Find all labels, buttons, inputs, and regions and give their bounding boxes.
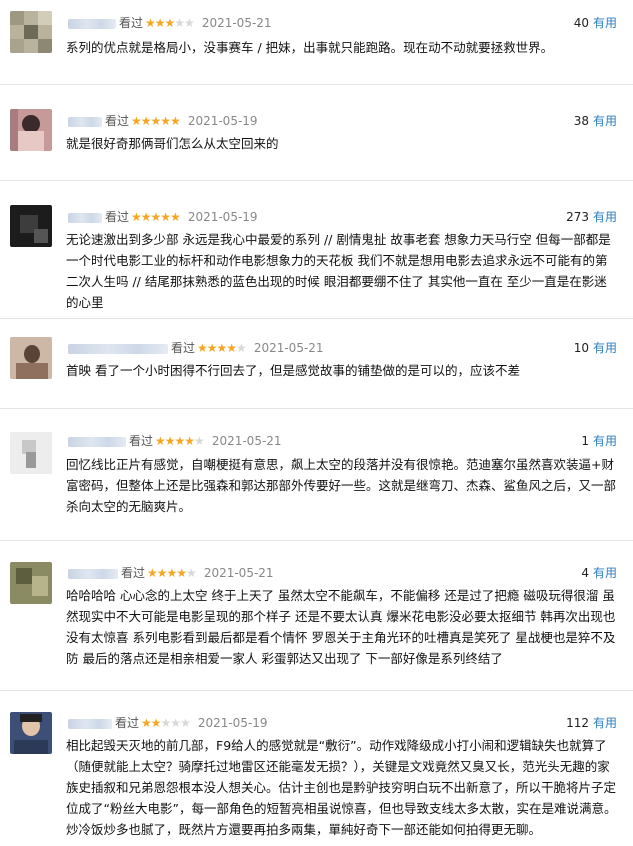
watched-label: 看过 <box>115 716 140 730</box>
useful-count: 10 <box>573 341 589 355</box>
useful-label: 有用 <box>592 16 617 30</box>
useful-count: 1 <box>581 434 589 448</box>
review-date: 2021-05-21 <box>203 566 274 580</box>
useful-label: 有用 <box>592 716 617 730</box>
useful-label: 有用 <box>592 341 617 355</box>
review-meta: 看过 ★★★★★ 2021-05-21 <box>68 432 282 450</box>
review-date: 2021-05-19 <box>187 114 258 128</box>
review-text: 哈哈哈哈 心心念的上太空 终于上天了 虽然太空不能飙车，不能偏移 还是过了把瘾 … <box>66 588 616 666</box>
useful-count: 40 <box>573 16 589 30</box>
useful-button[interactable]: 112 有用 <box>566 714 617 732</box>
divider <box>0 180 633 181</box>
useful-label: 有用 <box>592 114 617 128</box>
avatar[interactable] <box>10 337 52 379</box>
username[interactable] <box>68 212 102 223</box>
divider <box>0 84 633 85</box>
review-meta: 看过 ★★★★★ 2021-05-21 <box>68 14 272 32</box>
avatar[interactable] <box>10 11 52 53</box>
watched-label: 看过 <box>121 566 146 580</box>
avatar[interactable] <box>10 205 52 247</box>
review-date: 2021-05-21 <box>211 434 282 448</box>
useful-button[interactable]: 4 有用 <box>581 564 617 582</box>
rating-stars: ★★★★★ <box>197 341 247 355</box>
useful-count: 112 <box>566 716 589 730</box>
review-text: 相比起毁天灭地的前几部，F9给人的感觉就是“敷衍”。动作戏降级成小打小闹和逻辑缺… <box>66 738 617 837</box>
username[interactable] <box>68 343 168 354</box>
review-meta: 看过 ★★★★★ 2021-05-19 <box>68 208 258 226</box>
review-meta: 看过 ★★★★★ 2021-05-21 <box>68 564 274 582</box>
useful-count: 4 <box>581 566 589 580</box>
useful-label: 有用 <box>592 566 617 580</box>
username[interactable] <box>68 18 116 29</box>
rating-stars: ★★★★★ <box>131 114 181 128</box>
username[interactable] <box>68 718 112 729</box>
useful-label: 有用 <box>592 210 617 224</box>
review-text: 回忆线比正片有感觉，自嘲梗挺有意思，飙上太空的段落并没有很惊艳。范迪塞尔虽然喜欢… <box>66 457 617 514</box>
useful-button[interactable]: 38 有用 <box>574 112 617 130</box>
review-date: 2021-05-21 <box>253 341 324 355</box>
useful-button[interactable]: 40 有用 <box>574 14 617 32</box>
avatar[interactable] <box>10 432 52 474</box>
watched-label: 看过 <box>119 16 144 30</box>
review-meta: 看过 ★★★★★ 2021-05-19 <box>68 714 268 732</box>
watched-label: 看过 <box>129 434 154 448</box>
review-date: 2021-05-19 <box>187 210 258 224</box>
review-date: 2021-05-21 <box>201 16 272 30</box>
review-text: 系列的优点就是格局小，没事赛车 / 把妹，出事就只能跑路。现在动不动就要拯救世界… <box>66 40 554 55</box>
divider <box>0 690 633 691</box>
review-text: 就是很好奇那俩哥们怎么从太空回来的 <box>66 136 279 151</box>
username[interactable] <box>68 436 126 447</box>
avatar[interactable] <box>10 109 52 151</box>
watched-label: 看过 <box>105 114 130 128</box>
avatar[interactable] <box>10 562 52 604</box>
review-date: 2021-05-19 <box>197 716 268 730</box>
useful-button[interactable]: 1 有用 <box>581 432 617 450</box>
username[interactable] <box>68 116 102 127</box>
rating-stars: ★★★★★ <box>155 434 205 448</box>
divider <box>0 318 633 319</box>
avatar[interactable] <box>10 712 52 754</box>
review-meta: 看过 ★★★★★ 2021-05-21 <box>68 339 324 357</box>
review-text: 首映 看了一个小时困得不行回去了，但是感觉故事的铺垫做的是可以的，应该不差 <box>66 363 520 378</box>
rating-stars: ★★★★★ <box>131 210 181 224</box>
review-meta: 看过 ★★★★★ 2021-05-19 <box>68 112 258 130</box>
rating-stars: ★★★★★ <box>145 16 195 30</box>
rating-stars: ★★★★★ <box>141 716 191 730</box>
divider <box>0 540 633 541</box>
useful-count: 273 <box>566 210 589 224</box>
useful-button[interactable]: 273 有用 <box>566 208 617 226</box>
watched-label: 看过 <box>105 210 130 224</box>
divider <box>0 408 633 409</box>
review-text: 无论速激出到多少部 永远是我心中最爱的系列 // 剧情鬼扯 故事老套 想象力天马… <box>66 232 611 310</box>
username[interactable] <box>68 568 118 579</box>
useful-label: 有用 <box>592 434 617 448</box>
useful-button[interactable]: 10 有用 <box>574 339 617 357</box>
useful-count: 38 <box>573 114 589 128</box>
rating-stars: ★★★★★ <box>147 566 197 580</box>
watched-label: 看过 <box>171 341 196 355</box>
